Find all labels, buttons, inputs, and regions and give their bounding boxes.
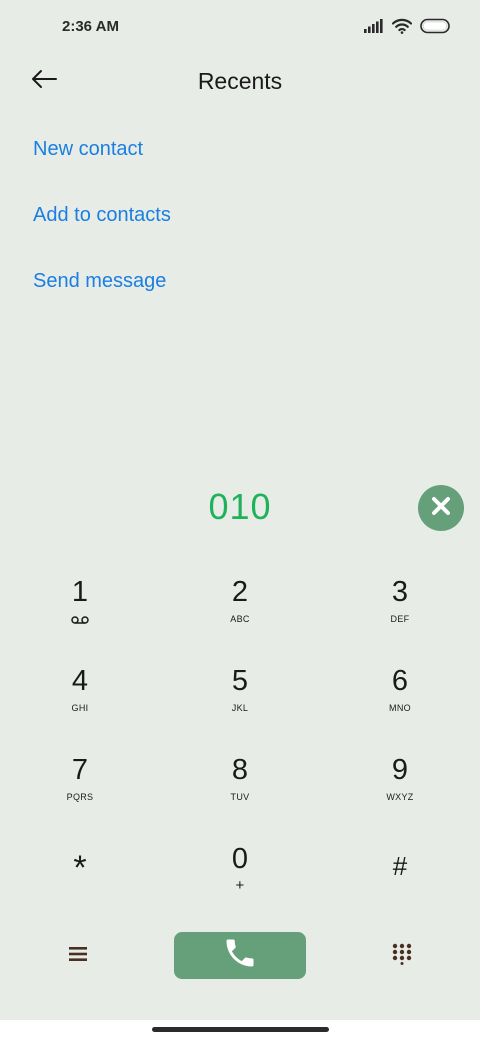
key-letters: MNO	[389, 703, 411, 713]
key-letters: WXYZ	[386, 792, 414, 802]
key-digit: 1	[71, 576, 89, 608]
key-digit: 9	[391, 754, 409, 786]
contact-actions: New contact Add to contacts Send message	[33, 126, 171, 324]
key-9[interactable]: 9 WXYZ	[330, 744, 470, 824]
new-contact-link[interactable]: New contact	[33, 126, 171, 192]
battery-icon	[420, 18, 452, 39]
key-digit: 6	[391, 665, 409, 697]
dialed-number: 010	[208, 486, 272, 527]
key-digit: 8	[231, 754, 249, 786]
key-4[interactable]: 4 GHI	[10, 655, 150, 735]
key-digit: 5	[231, 665, 249, 697]
status-bar: 2:36 AM	[0, 0, 480, 56]
status-time: 2:36 AM	[62, 18, 119, 35]
page-title: Recents	[197, 68, 283, 94]
key-8[interactable]: 8 TUV	[170, 744, 310, 824]
key-letters: PQRS	[66, 792, 94, 802]
key-digit: 3	[391, 576, 409, 608]
phone-icon	[222, 935, 258, 976]
key-digit: 0	[231, 843, 249, 875]
key-star[interactable]: *	[10, 833, 150, 913]
signal-icon	[364, 18, 384, 38]
close-icon	[430, 495, 452, 522]
key-letters: ABC	[230, 614, 250, 624]
key-digit: 2	[231, 576, 249, 608]
key-7[interactable]: 7 PQRS	[10, 744, 150, 824]
key-letters: DEF	[390, 614, 410, 624]
bottom-action-bar	[0, 930, 480, 982]
key-6[interactable]: 6 MNO	[330, 655, 470, 735]
dialpad-toggle-button[interactable]	[386, 940, 418, 972]
clear-number-button[interactable]	[418, 485, 464, 531]
key-hash[interactable]: #	[330, 833, 470, 913]
send-message-link[interactable]: Send message	[33, 258, 171, 324]
key-letters: JKL	[231, 703, 249, 713]
key-0[interactable]: 0 +	[170, 833, 310, 913]
key-digit: #	[392, 851, 408, 881]
home-indicator[interactable]	[152, 1027, 329, 1032]
menu-icon	[68, 945, 88, 968]
status-icons	[364, 18, 452, 38]
voicemail-icon	[71, 612, 89, 630]
add-to-contacts-link[interactable]: Add to contacts	[33, 192, 171, 258]
wifi-icon	[391, 18, 413, 39]
header: Recents	[0, 56, 480, 108]
key-digit: 4	[71, 665, 89, 697]
key-5[interactable]: 5 JKL	[170, 655, 310, 735]
key-letters: TUV	[230, 792, 250, 802]
call-button[interactable]	[174, 932, 306, 979]
key-letters: GHI	[71, 703, 89, 713]
dialpad-icon	[392, 943, 412, 970]
key-2[interactable]: 2 ABC	[170, 566, 310, 646]
key-digit: 7	[71, 754, 89, 786]
key-letters: +	[235, 877, 245, 894]
key-digit: *	[73, 849, 87, 887]
navigation-bar	[0, 1020, 480, 1040]
key-3[interactable]: 3 DEF	[330, 566, 470, 646]
menu-button[interactable]	[62, 942, 94, 970]
key-1[interactable]: 1	[10, 566, 150, 646]
